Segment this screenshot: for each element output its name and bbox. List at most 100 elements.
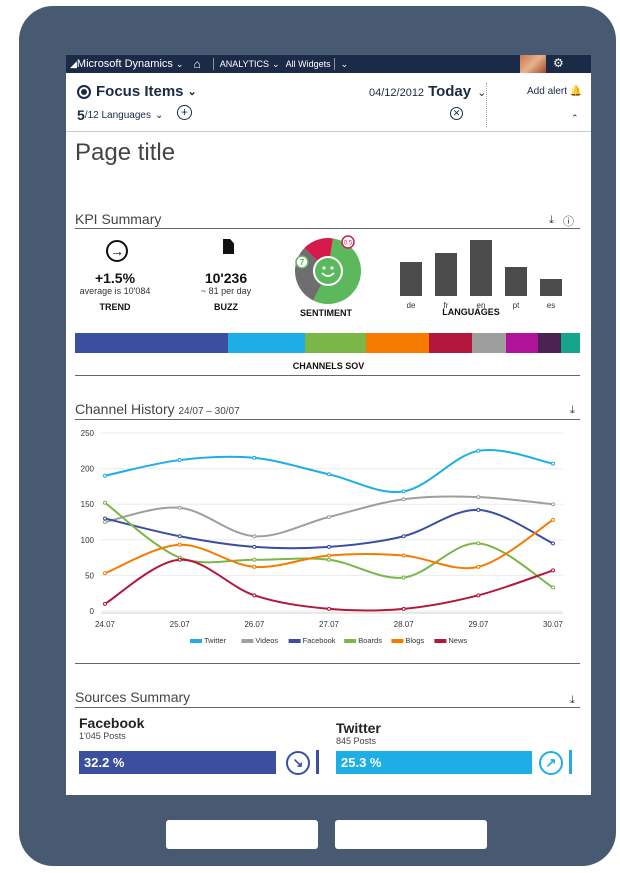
data-point[interactable]	[327, 472, 331, 477]
data-point[interactable]	[551, 541, 555, 546]
legend-swatch	[434, 639, 447, 643]
data-point[interactable]	[551, 517, 555, 522]
data-point[interactable]	[252, 593, 257, 598]
info-icon[interactable]: ⓘ	[563, 213, 574, 229]
analytics-menu[interactable]: ANALYTICS ⌄	[220, 59, 280, 70]
data-point[interactable]	[476, 448, 481, 453]
y-tick-label: 150	[81, 500, 95, 509]
add-alert-label: Add alert	[527, 86, 568, 97]
channel-history-range: 24/07 – 30/07	[178, 406, 240, 417]
data-point[interactable]	[103, 473, 107, 478]
data-point[interactable]	[177, 542, 182, 547]
add-language-button[interactable]: +	[177, 105, 192, 120]
data-point[interactable]	[476, 593, 481, 598]
data-point[interactable]	[252, 455, 257, 460]
data-point[interactable]	[327, 606, 331, 611]
data-point[interactable]	[252, 534, 257, 539]
buzz-kpi: 10'236 ~ 81 per day BUZZ	[186, 270, 266, 312]
data-point[interactable]	[476, 564, 481, 569]
buzz-value: 10'236	[204, 270, 248, 286]
channel-segment[interactable]	[305, 333, 366, 353]
channel-segment[interactable]	[537, 333, 562, 353]
data-point[interactable]	[177, 534, 182, 539]
channels-sov-bar	[75, 333, 580, 353]
data-point[interactable]	[177, 505, 182, 510]
positive-value: 7	[300, 258, 305, 267]
download-icon[interactable]: ⤓	[570, 694, 575, 707]
channel-segment[interactable]	[75, 333, 229, 353]
data-point[interactable]	[401, 534, 406, 539]
trend-sub: average is 10'084	[79, 286, 151, 296]
channel-segment[interactable]	[429, 333, 472, 353]
channel-segment[interactable]	[505, 333, 538, 353]
home-icon[interactable]: ⌂	[193, 57, 200, 71]
focus-items-menu[interactable]: Focus Items ⌄	[77, 83, 197, 100]
sentiment-donut: 7 0.5	[295, 235, 361, 304]
legend-label[interactable]: News	[448, 636, 467, 645]
download-icon[interactable]: ⤓	[570, 404, 575, 417]
data-point[interactable]	[103, 571, 107, 576]
data-point[interactable]	[327, 553, 331, 558]
data-point[interactable]	[401, 489, 406, 494]
data-point[interactable]	[551, 461, 555, 466]
data-point[interactable]	[177, 458, 182, 463]
data-point[interactable]	[476, 541, 481, 546]
data-point[interactable]	[401, 575, 406, 580]
data-point[interactable]	[401, 553, 406, 558]
app-menu[interactable]: Microsoft Dynamics ⌄	[77, 58, 184, 70]
legend-label[interactable]: Facebook	[303, 636, 336, 645]
channel-segment[interactable]	[228, 333, 306, 353]
channel-segment[interactable]	[561, 333, 580, 353]
data-point[interactable]	[476, 495, 481, 500]
data-point[interactable]	[327, 544, 331, 549]
sentiment-label: SENTIMENT	[299, 308, 352, 318]
source-twitter[interactable]: Twitter 845 Posts	[336, 720, 381, 746]
language-label: de	[406, 301, 416, 310]
data-point[interactable]	[103, 601, 107, 606]
x-tick-label: 30.07	[543, 620, 564, 629]
data-point[interactable]	[252, 557, 257, 562]
tablet-button-right[interactable]	[335, 820, 487, 849]
document-icon	[223, 239, 234, 254]
download-icon[interactable]: ⤓	[549, 214, 554, 227]
data-point[interactable]	[476, 507, 481, 512]
data-point[interactable]	[327, 557, 331, 562]
data-point[interactable]	[551, 585, 555, 590]
app-name: Microsoft Dynamics	[76, 58, 173, 70]
data-point[interactable]	[252, 564, 257, 569]
language-bar	[400, 262, 422, 296]
legend-label[interactable]: Twitter	[204, 636, 227, 645]
date-selector[interactable]: 04/12/2012 Today ⌄	[369, 83, 486, 100]
data-point[interactable]	[551, 502, 555, 507]
source-tick	[316, 750, 319, 774]
data-point[interactable]	[177, 557, 182, 562]
languages-total: /12 Languages	[84, 109, 151, 121]
languages-selector[interactable]: 5 /12 Languages ⌄	[77, 107, 163, 123]
data-point[interactable]	[401, 497, 406, 502]
channel-segment[interactable]	[365, 333, 430, 353]
tablet-button-left[interactable]	[166, 820, 318, 849]
gear-icon[interactable]: ⚙	[553, 56, 564, 70]
data-point[interactable]	[103, 516, 107, 521]
channel-segment[interactable]	[471, 333, 506, 353]
data-point[interactable]	[327, 515, 331, 520]
data-point[interactable]	[551, 568, 555, 573]
data-point[interactable]	[401, 606, 406, 611]
legend-label[interactable]: Videos	[255, 636, 278, 645]
series-line-news[interactable]	[104, 558, 554, 612]
data-point[interactable]	[252, 544, 257, 549]
widgets-menu[interactable]: All Widgets ⌄	[286, 58, 348, 70]
series-line-twitter[interactable]	[104, 448, 554, 494]
legend-label[interactable]: Blogs	[405, 636, 424, 645]
chevron-down-icon: ⌄	[154, 109, 164, 121]
data-point[interactable]	[103, 500, 107, 505]
trend-kpi: +1.5% average is 10'084 TREND	[75, 270, 155, 312]
avatar[interactable]	[520, 55, 546, 73]
source-facebook[interactable]: Facebook 1'045 Posts	[79, 715, 144, 741]
data-point[interactable]	[103, 520, 107, 524]
add-alert-button[interactable]: Add alert 🔔	[527, 86, 582, 97]
collapse-header-button[interactable]: ⌃	[571, 113, 579, 124]
legend-label[interactable]: Boards	[358, 636, 382, 645]
clear-filter-button[interactable]: ✕	[450, 107, 463, 120]
arrow-down-right-icon: ↘	[286, 751, 310, 775]
